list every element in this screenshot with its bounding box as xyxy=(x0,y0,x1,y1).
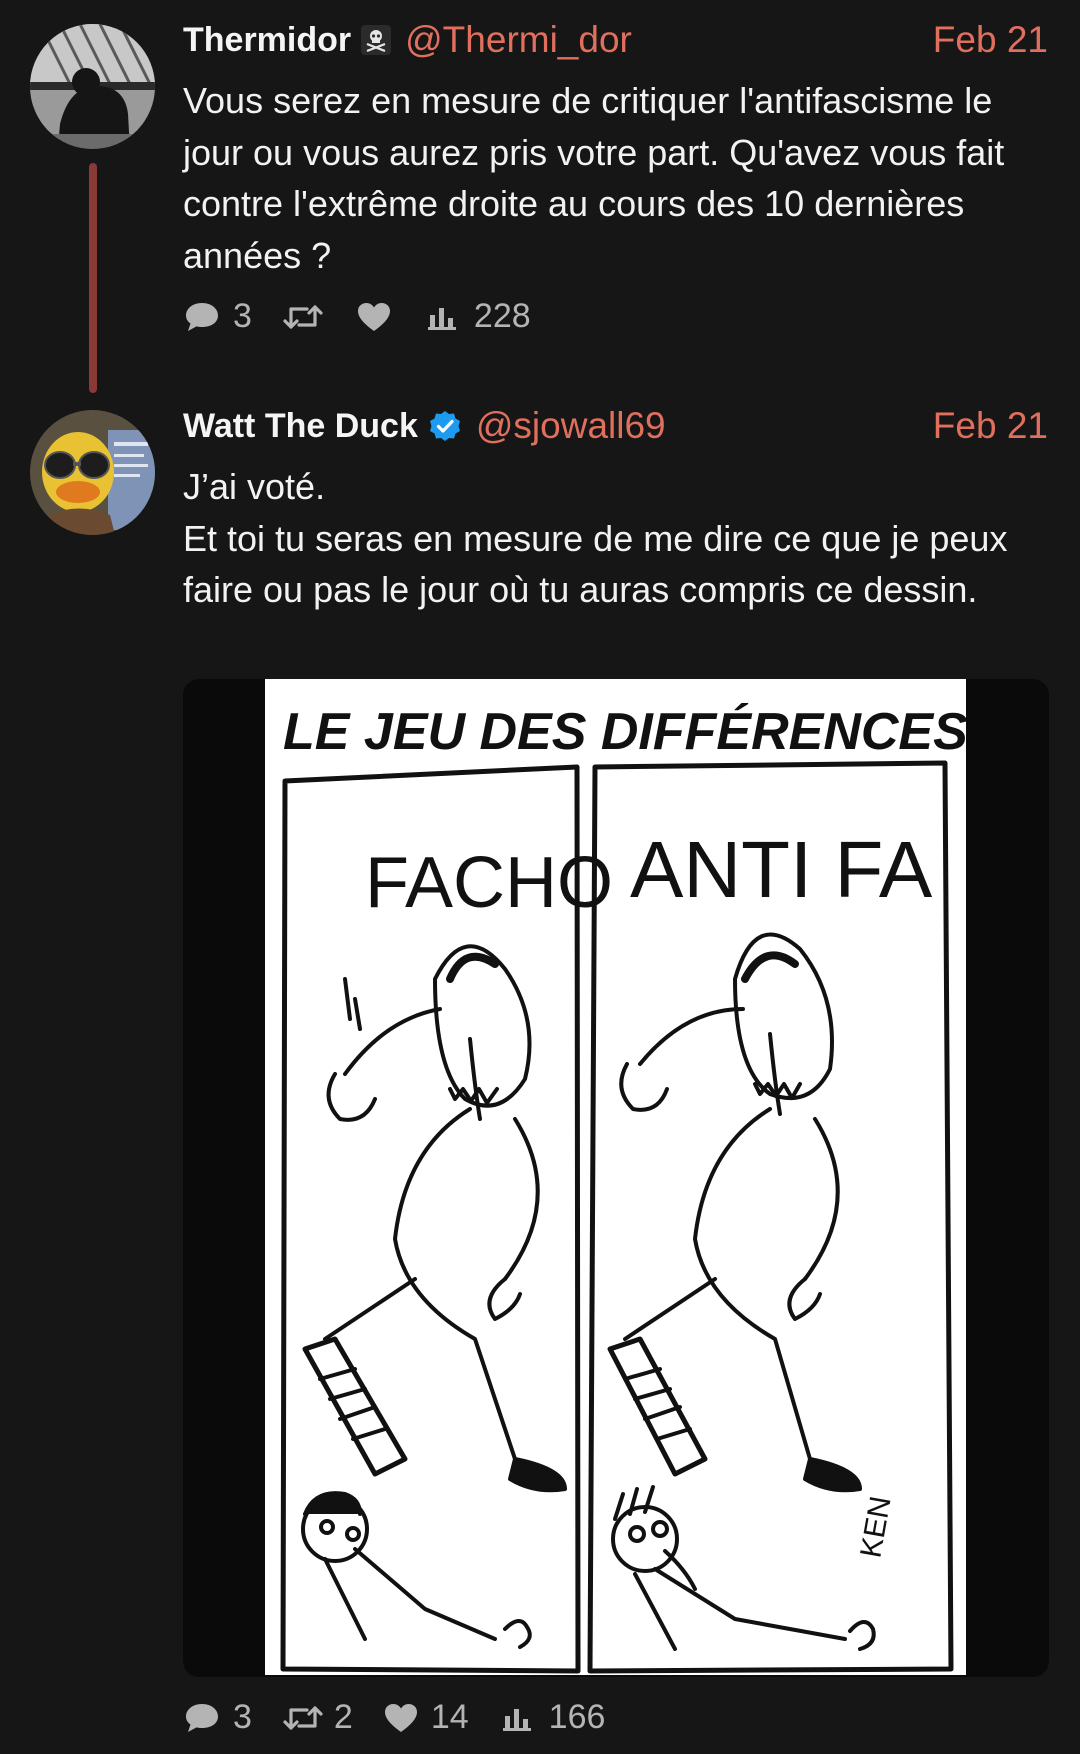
reply-count: 3 xyxy=(233,1698,252,1736)
tweet-date[interactable]: Feb 21 xyxy=(933,405,1048,447)
cartoon-image: LE JEU DES DIFFÉRENCES FACHO ANTI FA KEN xyxy=(265,679,968,1675)
views-bar-chart-icon xyxy=(427,303,458,331)
heart-icon xyxy=(383,1702,419,1734)
tweet-actions: 3 228 xyxy=(183,297,531,336)
verified-icon xyxy=(428,409,462,443)
reply-button[interactable]: 3 xyxy=(183,1698,252,1737)
views-bar-chart-icon xyxy=(502,1704,533,1732)
tweet-date[interactable]: Feb 21 xyxy=(933,19,1048,61)
reply-count: 3 xyxy=(233,297,252,335)
avatar-watt-the-duck[interactable] xyxy=(30,410,155,535)
author-name[interactable]: Thermidor xyxy=(183,21,351,60)
tweet-text-line: Et toi tu seras en mesure de me dire ce … xyxy=(183,517,1008,611)
cartoon-figure-right xyxy=(607,932,876,1651)
tweet-header: Watt The Duck @sjowall69 Feb 21 xyxy=(183,402,1048,450)
cartoon-title: LE JEU DES DIFFÉRENCES xyxy=(283,703,966,761)
tweet-text: J’ai voté. Et toi tu seras en mesure de … xyxy=(183,461,1050,616)
like-button[interactable]: 14 xyxy=(383,1698,469,1737)
thread-connector-line xyxy=(89,163,97,393)
tweet-text-line: J’ai voté. xyxy=(183,466,326,507)
retweet-button[interactable] xyxy=(282,302,324,332)
like-count: 14 xyxy=(430,1698,469,1736)
author-handle[interactable]: @sjowall69 xyxy=(476,405,666,447)
author-handle[interactable]: @Thermi_dor xyxy=(405,19,632,61)
tweet-text-line: Vous serez en mesure de critiquer l'anti… xyxy=(183,80,1005,276)
heart-icon xyxy=(356,301,392,333)
views-button[interactable]: 228 xyxy=(427,297,531,336)
skull-crossbones-icon xyxy=(361,25,392,55)
author-name[interactable]: Watt The Duck xyxy=(183,407,418,446)
tweet-header: Thermidor @Thermi_dor Feb 21 xyxy=(183,16,1048,64)
reply-button[interactable]: 3 xyxy=(183,297,252,336)
cartoon-label-antifa: ANTI FA xyxy=(630,825,933,914)
retweet-count: 2 xyxy=(333,1698,353,1736)
avatar-thermidor[interactable] xyxy=(30,24,155,149)
views-button[interactable]: 166 xyxy=(502,1698,606,1737)
retweet-icon xyxy=(282,302,324,332)
retweet-icon xyxy=(282,1703,324,1733)
cartoon-signature: KEN xyxy=(854,1494,897,1560)
cartoon-figure-left xyxy=(301,944,567,1649)
comment-icon xyxy=(183,1701,221,1735)
view-count: 228 xyxy=(473,297,531,335)
view-count: 166 xyxy=(548,1698,606,1736)
like-button[interactable] xyxy=(356,301,392,333)
tweet-text: Vous serez en mesure de critiquer l'anti… xyxy=(183,75,1050,281)
cartoon-label-facho: FACHO xyxy=(365,843,613,923)
tweet-actions: 3 2 14 166 xyxy=(183,1698,605,1737)
retweet-button[interactable]: 2 xyxy=(282,1698,353,1737)
tweet-image[interactable]: LE JEU DES DIFFÉRENCES FACHO ANTI FA KEN xyxy=(183,679,1049,1677)
comment-icon xyxy=(183,300,221,334)
